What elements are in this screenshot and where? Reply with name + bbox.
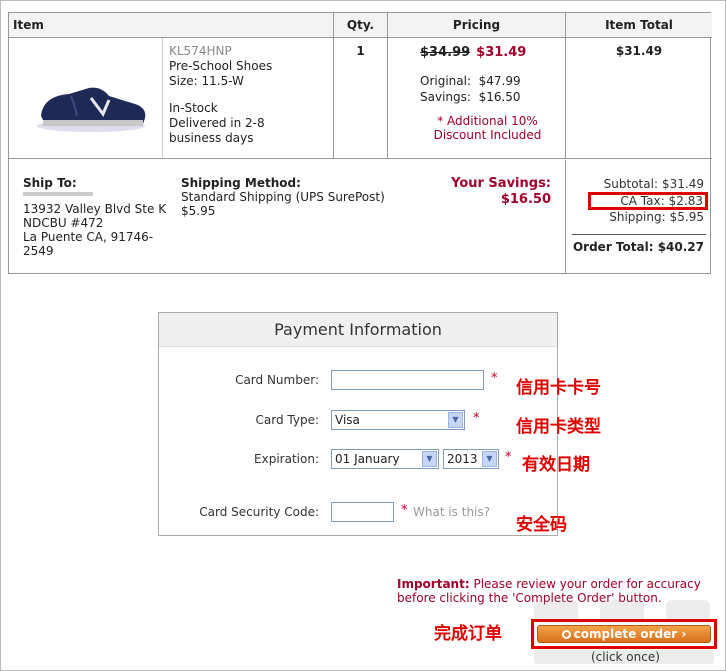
complete-order-highlight: complete order › bbox=[531, 619, 717, 649]
stock-status: In-Stock bbox=[169, 101, 218, 115]
original-value: $47.99 bbox=[478, 74, 521, 88]
payment-title: Payment Information bbox=[159, 313, 557, 347]
order-total-row: Order Total: $40.27 bbox=[573, 240, 704, 254]
expiration-label: Expiration: bbox=[254, 452, 319, 466]
redacted-name bbox=[23, 192, 93, 196]
chevron-down-icon[interactable]: ▼ bbox=[482, 451, 497, 467]
tax-row-highlight: CA Tax: $2.83 bbox=[588, 192, 708, 210]
required-mark: * bbox=[473, 411, 480, 426]
header-qty: Qty. bbox=[333, 13, 387, 38]
tax-label: CA Tax: bbox=[620, 194, 665, 208]
card-type-label: Card Type: bbox=[255, 413, 320, 427]
card-number-row: Card Number: * bbox=[159, 370, 559, 392]
shoe-image[interactable] bbox=[31, 66, 151, 136]
card-type-value: Visa bbox=[335, 413, 360, 427]
annotation-complete-order: 完成订单 bbox=[434, 624, 502, 644]
chevron-right-icon: › bbox=[681, 627, 687, 641]
item-total-value: $31.49 bbox=[565, 38, 712, 159]
product-size: Size: 11.5-W bbox=[169, 74, 244, 88]
annotation-expiration: 有效日期 bbox=[522, 455, 590, 475]
what-is-this-link[interactable]: What is this? bbox=[413, 505, 490, 519]
subtotal-label: Subtotal: bbox=[603, 177, 658, 191]
required-mark: * bbox=[505, 450, 512, 465]
address-line1: 13932 Valley Blvd Ste K bbox=[23, 202, 167, 216]
lock-icon bbox=[561, 630, 571, 639]
annotation-card-number: 信用卡卡号 bbox=[516, 378, 601, 398]
shipping-label: Shipping: bbox=[609, 210, 666, 224]
address-line3: La Puente CA, 91746- bbox=[23, 230, 154, 244]
tax-value: $2.83 bbox=[668, 194, 703, 208]
important-label: Important: bbox=[397, 577, 470, 591]
your-savings-value: $16.50 bbox=[500, 192, 551, 207]
order-table: Item Qty. Pricing Item Total KL574HNP Pr… bbox=[8, 12, 712, 274]
sale-price: $31.49 bbox=[476, 45, 527, 60]
header-item: Item bbox=[9, 13, 333, 38]
your-savings-label: Your Savings: bbox=[451, 176, 551, 191]
annotation-csc: 安全码 bbox=[516, 515, 567, 535]
csc-input[interactable] bbox=[331, 502, 394, 522]
savings-value: $16.50 bbox=[478, 90, 521, 104]
complete-order-button[interactable]: complete order › bbox=[537, 625, 711, 643]
savings-label: Savings: bbox=[420, 90, 471, 104]
address-line2: NDCBU #472 bbox=[23, 216, 104, 230]
pricing-cell: $34.99 $31.49 Original: $47.99 Savings: $… bbox=[387, 38, 565, 159]
required-mark: * bbox=[491, 371, 498, 386]
address-line4: 2549 bbox=[23, 244, 54, 258]
chevron-down-icon[interactable]: ▼ bbox=[422, 451, 437, 467]
order-total-label: Order Total: bbox=[572, 240, 654, 254]
card-number-input[interactable] bbox=[331, 370, 484, 390]
csc-row: Card Security Code: * What is this? bbox=[159, 502, 559, 524]
order-summary: Subtotal: $31.49 CA Tax: $2.83 Shipping: $5… bbox=[565, 160, 712, 274]
subtotal-row: Subtotal: $31.49 bbox=[574, 176, 704, 192]
ship-to-label: Ship To: bbox=[23, 176, 77, 190]
product-sku[interactable]: KL574HNP bbox=[169, 44, 333, 59]
your-savings: Your Savings: $16.50 bbox=[421, 176, 551, 208]
shipping-method-label: Shipping Method: bbox=[181, 176, 301, 190]
subtotal-value: $31.49 bbox=[662, 177, 704, 191]
exp-year-select[interactable]: 2013 ▼ bbox=[443, 449, 499, 469]
product-name: Pre-School Shoes bbox=[169, 59, 273, 73]
card-type-row: Card Type: Visa ▼ * bbox=[159, 410, 559, 432]
card-number-label: Card Number: bbox=[235, 373, 319, 387]
order-details: Ship To: 13932 Valley Blvd Ste K NDCBU #… bbox=[9, 160, 712, 274]
header-item-total: Item Total bbox=[565, 13, 712, 38]
total-divider bbox=[572, 234, 706, 235]
shipping-method-value: Standard Shipping (UPS SurePost) bbox=[181, 190, 385, 204]
annotation-card-type: 信用卡类型 bbox=[516, 417, 601, 437]
header-pricing: Pricing bbox=[387, 13, 565, 38]
shipping-value: $5.95 bbox=[669, 210, 704, 224]
chevron-down-icon[interactable]: ▼ bbox=[448, 412, 463, 428]
original-label: Original: bbox=[420, 74, 471, 88]
quantity-value: 1 bbox=[333, 38, 387, 159]
old-price: $34.99 bbox=[420, 45, 471, 60]
ship-to: Ship To: 13932 Valley Blvd Ste K NDCBU #… bbox=[23, 176, 175, 258]
delivery-estimate: Delivered in 2-8 business days bbox=[169, 116, 265, 145]
expiration-row: Expiration: 01 January ▼ 2013 ▼ * bbox=[159, 449, 559, 471]
discount-note-line2: Discount Included bbox=[433, 128, 542, 142]
shipping-row: Shipping: $5.95 bbox=[574, 209, 704, 225]
click-once-note: (click once) bbox=[591, 650, 660, 664]
order-total-value: $40.27 bbox=[657, 240, 704, 254]
exp-month-value: 01 January bbox=[335, 452, 400, 466]
required-mark: * bbox=[401, 503, 408, 518]
payment-information-panel: Payment Information Card Number: * Card … bbox=[158, 312, 558, 536]
product-description: KL574HNP Pre-School Shoes Size: 11.5-W I… bbox=[163, 38, 333, 159]
exp-year-value: 2013 bbox=[447, 452, 478, 466]
complete-order-label: complete order bbox=[573, 627, 678, 641]
shipping-method-price: $5.95 bbox=[181, 204, 216, 218]
csc-label: Card Security Code: bbox=[199, 505, 319, 519]
product-image-cell bbox=[9, 38, 163, 159]
important-notice: Important: Please review your order for … bbox=[397, 577, 717, 605]
card-type-select[interactable]: Visa ▼ bbox=[331, 410, 465, 430]
exp-month-select[interactable]: 01 January ▼ bbox=[331, 449, 439, 469]
shipping-method: Shipping Method: Standard Shipping (UPS … bbox=[181, 176, 421, 218]
